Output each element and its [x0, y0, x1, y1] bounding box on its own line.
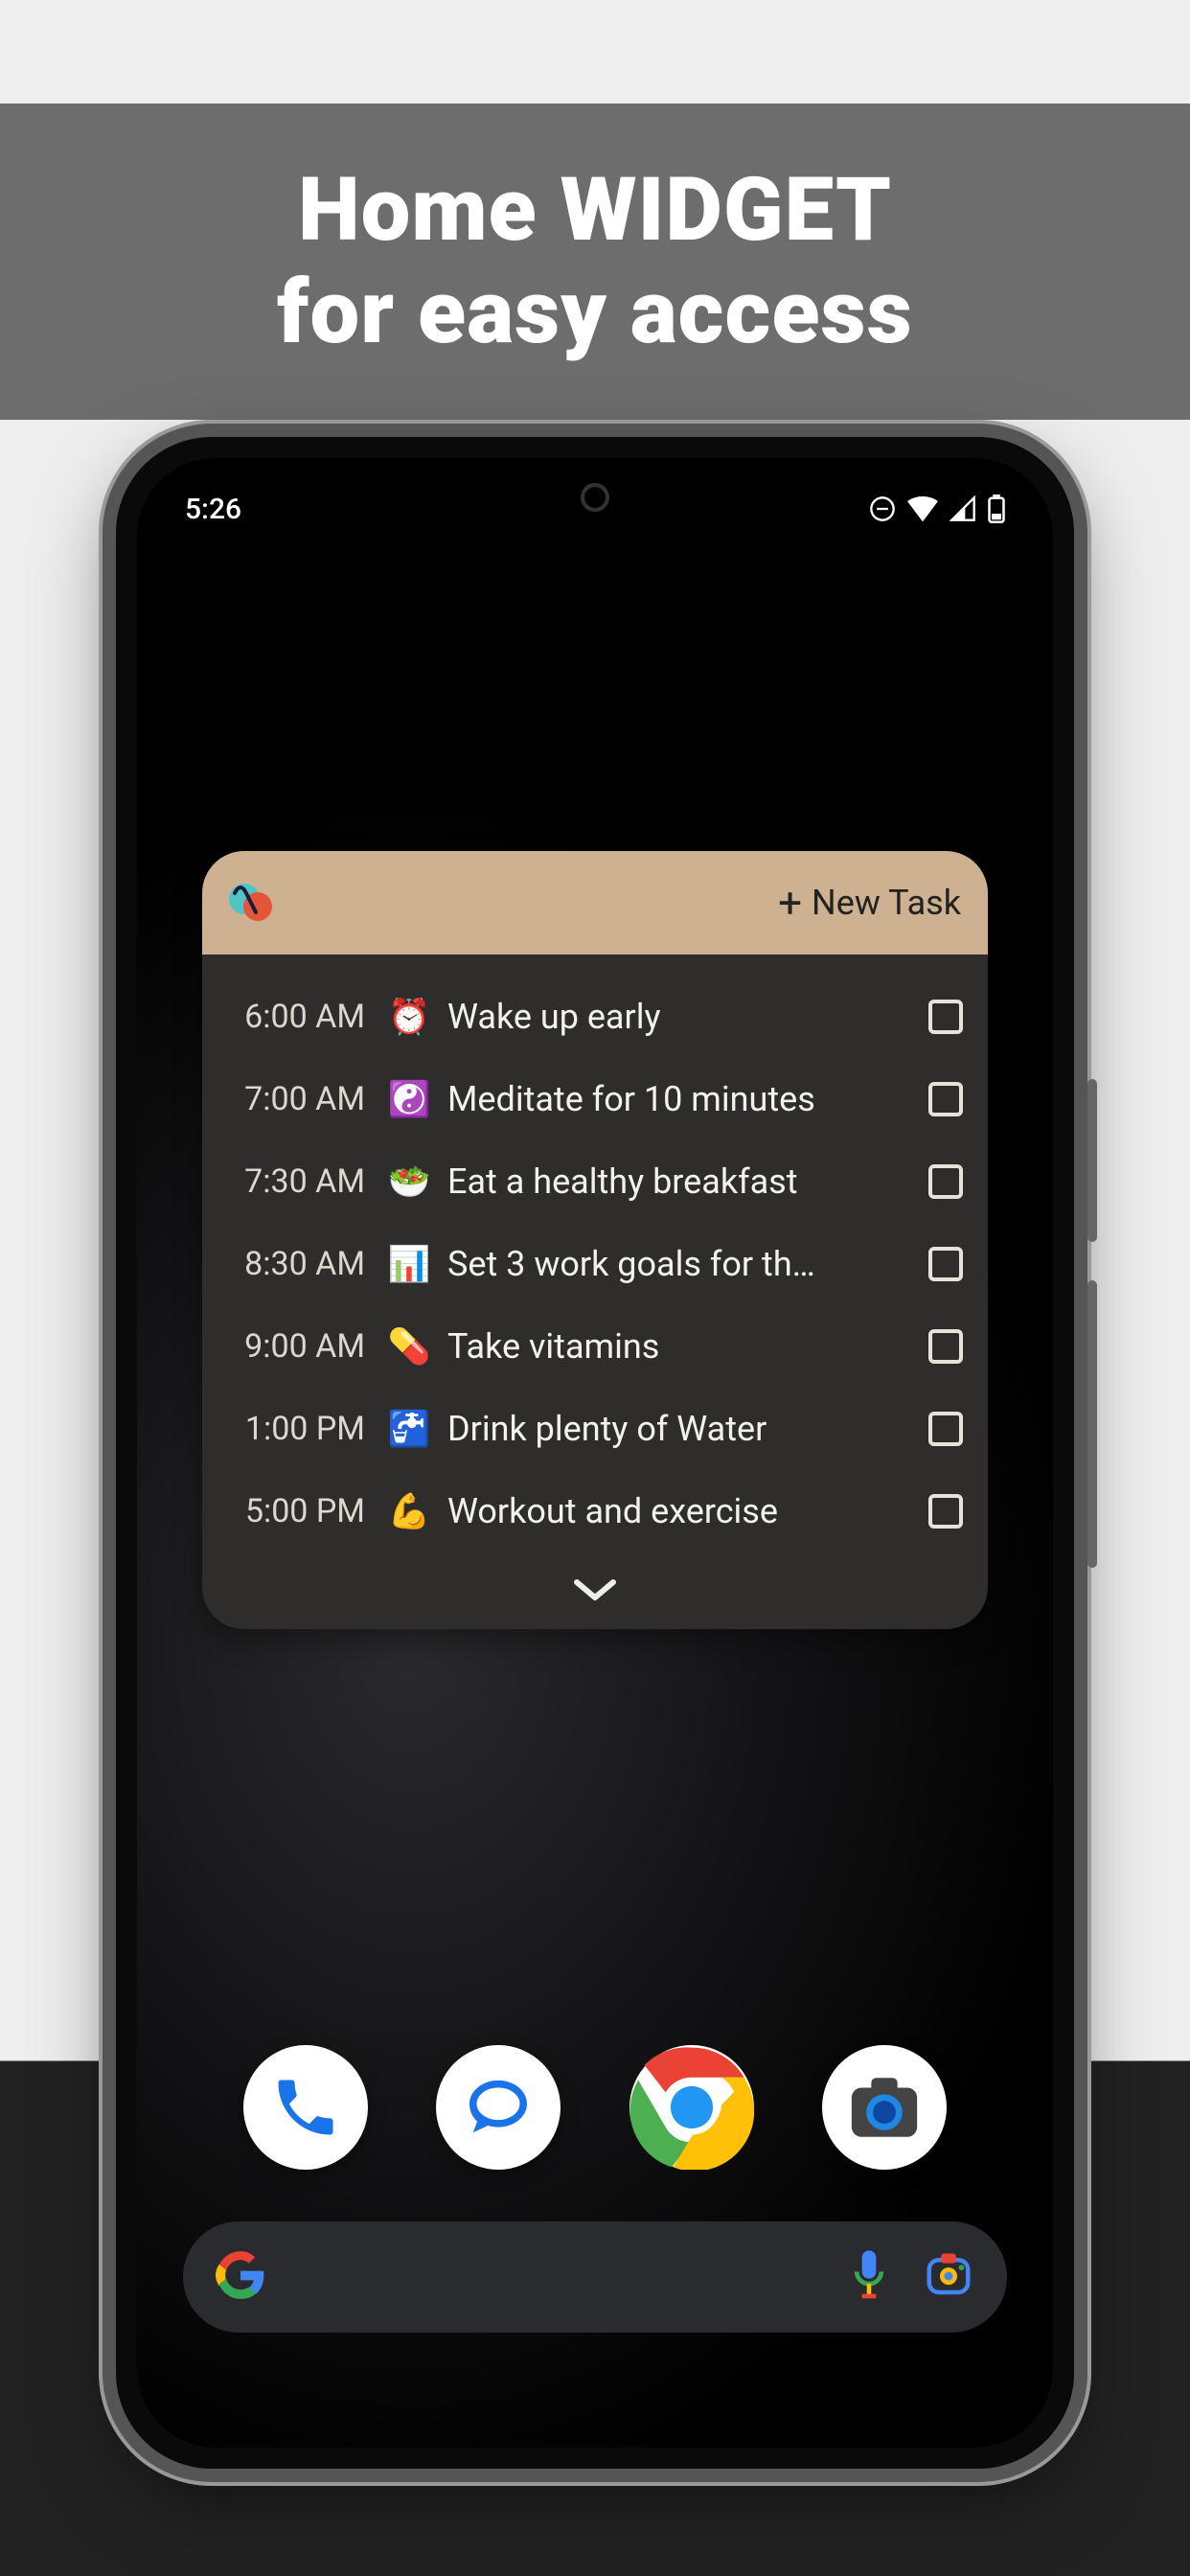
- mic-icon[interactable]: [848, 2248, 890, 2306]
- task-time: 8:30 AM: [227, 1245, 371, 1283]
- widget-header: + New Task: [202, 851, 988, 954]
- plus-icon: +: [778, 882, 802, 924]
- task-list[interactable]: 6:00 AM ⏰ Wake up early 7:00 AM ☯️ Meditate f…: [202, 954, 988, 1552]
- task-checkbox[interactable]: [928, 1247, 963, 1281]
- task-time: 7:30 AM: [227, 1162, 371, 1201]
- task-title: Meditate for 10 minutes: [447, 1079, 907, 1119]
- task-row[interactable]: 7:30 AM 🥗 Eat a healthy breakfast: [227, 1140, 963, 1223]
- wifi-icon: [907, 495, 938, 522]
- phone-app-icon[interactable]: [243, 2045, 368, 2170]
- status-bar: 5:26: [137, 485, 1053, 533]
- task-checkbox[interactable]: [928, 1329, 963, 1364]
- promo-line-2: for easy access: [277, 262, 913, 364]
- task-time: 9:00 AM: [227, 1327, 371, 1366]
- dnd-icon: [869, 495, 896, 522]
- task-title: Drink plenty of Water: [447, 1409, 907, 1449]
- promo-line-1: Home WIDGET: [298, 159, 892, 262]
- task-checkbox[interactable]: [928, 1082, 963, 1116]
- task-checkbox[interactable]: [928, 1494, 963, 1529]
- phone-frame: 5:26 + New Task: [116, 437, 1074, 2469]
- camera-app-icon[interactable]: [822, 2045, 947, 2170]
- signal-icon: [950, 495, 976, 522]
- chevron-down-icon: [571, 1576, 619, 1605]
- status-icons: [869, 494, 1005, 523]
- task-title: Set 3 work goals for th…: [447, 1244, 907, 1284]
- status-time: 5:26: [185, 493, 241, 526]
- task-row[interactable]: 9:00 AM 💊 Take vitamins: [227, 1305, 963, 1388]
- new-task-label: New Task: [812, 883, 961, 923]
- task-title: Workout and exercise: [447, 1491, 907, 1531]
- promo-banner: Home WIDGET for easy access: [0, 104, 1190, 420]
- messages-app-icon[interactable]: [436, 2045, 561, 2170]
- task-emoji-icon: 📊: [384, 1244, 434, 1284]
- task-checkbox[interactable]: [928, 1000, 963, 1034]
- task-row[interactable]: 7:00 AM ☯️ Meditate for 10 minutes: [227, 1058, 963, 1140]
- task-checkbox[interactable]: [928, 1412, 963, 1446]
- google-search-bar[interactable]: [183, 2221, 1007, 2333]
- expand-button[interactable]: [202, 1552, 988, 1629]
- lens-icon[interactable]: [923, 2249, 974, 2305]
- phone-side-button: [1087, 1079, 1097, 1242]
- task-time: 1:00 PM: [227, 1410, 371, 1448]
- new-task-button[interactable]: + New Task: [778, 882, 961, 924]
- task-row[interactable]: 6:00 AM ⏰ Wake up early: [227, 976, 963, 1058]
- battery-icon: [988, 494, 1005, 523]
- task-row[interactable]: 5:00 PM 💪 Workout and exercise: [227, 1470, 963, 1552]
- task-time: 7:00 AM: [227, 1080, 371, 1118]
- task-row[interactable]: 1:00 PM 🚰 Drink plenty of Water: [227, 1388, 963, 1470]
- google-logo-icon: [216, 2250, 265, 2304]
- task-emoji-icon: ⏰: [384, 997, 434, 1037]
- task-title: Wake up early: [447, 997, 907, 1037]
- task-title: Eat a healthy breakfast: [447, 1162, 907, 1202]
- task-emoji-icon: ☯️: [384, 1079, 434, 1119]
- task-emoji-icon: 💪: [384, 1491, 434, 1531]
- task-checkbox[interactable]: [928, 1164, 963, 1199]
- phone-screen[interactable]: 5:26 + New Task: [137, 458, 1053, 2448]
- task-row[interactable]: 8:30 AM 📊 Set 3 work goals for th…: [227, 1223, 963, 1305]
- task-time: 6:00 AM: [227, 998, 371, 1036]
- task-emoji-icon: 🥗: [384, 1162, 434, 1202]
- task-title: Take vitamins: [447, 1326, 907, 1367]
- tasks-widget[interactable]: + New Task 6:00 AM ⏰ Wake up early 7:00 AM ☯…: [202, 851, 988, 1629]
- phone-side-button: [1087, 1280, 1097, 1568]
- task-emoji-icon: 💊: [384, 1326, 434, 1367]
- task-time: 5:00 PM: [227, 1492, 371, 1530]
- app-logo-icon[interactable]: [223, 874, 281, 932]
- dock: [137, 2045, 1053, 2170]
- task-emoji-icon: 🚰: [384, 1409, 434, 1449]
- chrome-app-icon[interactable]: [629, 2045, 754, 2170]
